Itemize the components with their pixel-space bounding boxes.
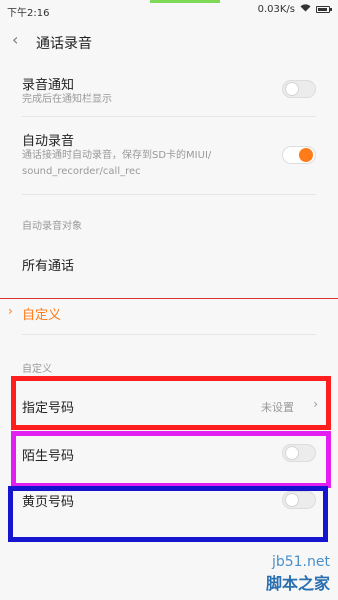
toggle-knob	[285, 82, 299, 96]
status-time: 下午2:16	[7, 8, 50, 19]
divider	[22, 334, 316, 335]
all-calls-title: 所有通话	[22, 259, 75, 274]
custom-section-label: 自定义	[22, 364, 52, 375]
auto-record-subtitle-2: sound_recorder/call_rec	[22, 166, 141, 177]
watermark-domain: jb51.net	[271, 554, 330, 570]
record-notice-subtitle: 完成后在通知栏显示	[22, 94, 112, 105]
status-bar: 下午2:16 0.03K/s	[0, 0, 338, 20]
watermark-brand: 脚本之家	[265, 574, 330, 593]
auto-record-target-label: 自动录音对象	[22, 221, 82, 232]
network-speed: 0.03K/s	[257, 4, 295, 15]
chevron-right-icon: ›	[8, 304, 13, 318]
auto-record-title: 自动录音	[22, 134, 75, 149]
blue-highlight-box	[8, 486, 328, 542]
custom-option-row[interactable]: › 自定义	[0, 300, 338, 328]
record-notice-toggle[interactable]	[282, 80, 316, 98]
red-divider-line	[0, 298, 338, 299]
record-notice-title: 录音通知	[22, 78, 75, 93]
custom-option-label: 自定义	[22, 308, 62, 323]
toggle-knob	[299, 148, 313, 162]
auto-record-subtitle-1: 通话接通时自动录音，保存到SD卡的MIUI/	[22, 150, 212, 161]
record-notice-row[interactable]: 录音通知 完成后在通知栏显示	[0, 74, 338, 114]
watermark: jb51.net 脚本之家	[266, 554, 330, 594]
divider	[22, 194, 316, 195]
auto-record-row[interactable]: 自动录音 通话接通时自动录音，保存到SD卡的MIUI/ sound_record…	[0, 130, 338, 186]
page-title: 通话录音	[36, 36, 92, 52]
wifi-icon	[300, 4, 311, 15]
all-calls-row[interactable]: 所有通话	[0, 255, 338, 279]
back-icon[interactable]: ‹	[12, 30, 18, 49]
magenta-highlight-box	[11, 431, 331, 488]
divider	[22, 116, 316, 117]
battery-icon	[316, 6, 332, 13]
header: ‹ 通话录音	[0, 22, 338, 62]
red-highlight-box	[11, 376, 331, 430]
auto-record-toggle[interactable]	[282, 146, 316, 164]
status-right: 0.03K/s	[257, 4, 332, 15]
